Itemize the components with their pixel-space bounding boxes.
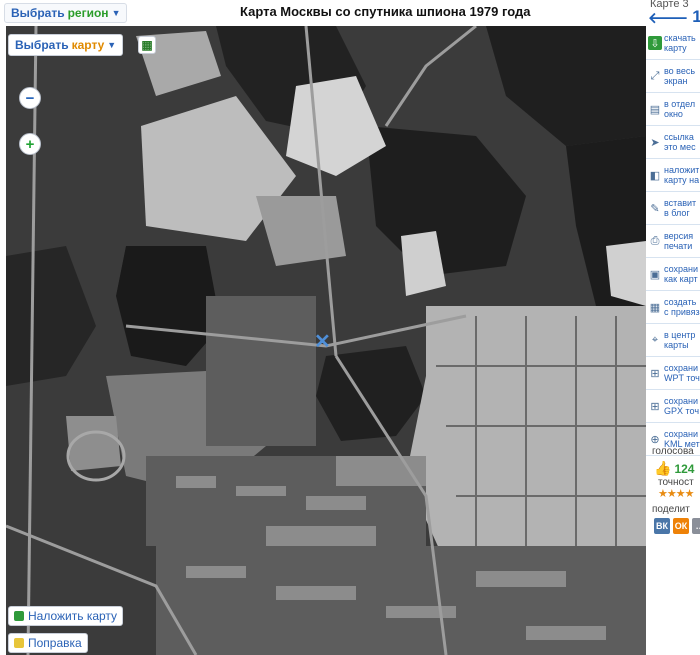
select-map-label: Выбрать xyxy=(15,38,69,52)
correction-button[interactable]: Поправка xyxy=(8,633,88,653)
tool-label: сохрани GPX точ xyxy=(664,396,700,416)
select-region-button[interactable]: Выбрать регион ▼ xyxy=(4,3,128,23)
tool-link[interactable]: ➤ ссылка это мес xyxy=(646,126,700,159)
tool-label: версия печати xyxy=(664,231,694,251)
save-map-icon: ▣ xyxy=(649,268,661,281)
tool-new-window[interactable]: ▤ в отдел окно xyxy=(646,93,700,126)
tool-gpx[interactable]: ⊞ сохрани GPX точ xyxy=(646,390,700,423)
center-icon: ⌖ xyxy=(651,333,659,346)
tool-label: в отдел окно xyxy=(664,99,696,119)
vk-share-button[interactable]: ВК xyxy=(654,518,670,534)
select-region-label: Выбрать xyxy=(11,6,65,20)
page-title: Карта Москвы со спутника шпиона 1979 год… xyxy=(240,4,531,19)
tool-fullscreen[interactable]: ⤢ во весь экран xyxy=(646,60,700,93)
tool-print[interactable]: ⎙ версия печати xyxy=(646,225,700,258)
arrow-left-icon[interactable]: 🡐 xyxy=(648,8,688,27)
share-label: поделит xyxy=(652,504,690,515)
link-icon: ➤ xyxy=(650,136,660,149)
select-region-accent: регион xyxy=(67,6,109,20)
tool-overlay[interactable]: ◧ наложит карту на xyxy=(646,159,700,192)
tool-label: скачать карту xyxy=(664,33,696,53)
share-buttons: ВК ОК … xyxy=(654,518,700,534)
tool-label: во весь экран xyxy=(664,66,696,86)
chevron-down-icon: ▼ xyxy=(107,40,117,50)
correction-icon xyxy=(14,638,24,648)
right-panel: Карте 3 🡐 1979 ⇩скачать карту⤢во весь эк… xyxy=(646,0,700,655)
votes-label: голосова xyxy=(652,446,694,457)
tool-label: в центр карты xyxy=(664,330,696,350)
tool-label: наложит карту на xyxy=(664,165,700,185)
votes-row[interactable]: 👍 124 xyxy=(654,460,694,477)
tool-wpt[interactable]: ⊞ сохрани WPT точ xyxy=(646,357,700,390)
tool-label: сохрани как карт xyxy=(664,264,699,284)
tool-label: вставит в блог xyxy=(664,198,697,218)
new-window-icon: ▤ xyxy=(649,103,661,116)
thumbs-up-icon[interactable]: 👍 xyxy=(654,460,671,477)
select-map-accent: карту xyxy=(71,38,105,52)
tool-label: создать с привяз xyxy=(664,297,700,317)
tool-label: ссылка это мес xyxy=(664,132,696,152)
satellite-map[interactable]: Выбрать карту ▼ ▦ − + ✕ Наложить карту П… xyxy=(6,26,646,655)
tool-blog[interactable]: ✎ вставит в блог xyxy=(646,192,700,225)
overlay-icon xyxy=(14,611,24,621)
kml-icon: ⊕ xyxy=(650,433,660,446)
grid-icon: ▦ xyxy=(649,301,661,314)
gpx-icon: ⊞ xyxy=(650,400,660,413)
overlay-icon: ◧ xyxy=(649,169,661,182)
tool-center[interactable]: ⌖ в центр карты xyxy=(646,324,700,357)
tool-label: сохрани WPT точ xyxy=(664,363,700,383)
wpt-icon: ⊞ xyxy=(650,367,660,380)
top-bar: Выбрать регион ▼ Карта Москвы со спутник… xyxy=(0,0,646,24)
rating-stars[interactable]: ★★★★ xyxy=(658,487,694,500)
overlay-map-button[interactable]: Наложить карту xyxy=(8,606,124,626)
overlay-map-label: Наложить карту xyxy=(28,609,118,623)
blog-icon: ✎ xyxy=(650,202,660,215)
tool-download[interactable]: ⇩ скачать карту xyxy=(646,27,700,60)
more-share-button[interactable]: … xyxy=(692,518,700,534)
year-selector[interactable]: 🡐 1979 xyxy=(648,7,700,27)
tool-grid[interactable]: ▦ создать с привяз xyxy=(646,291,700,324)
fullscreen-icon: ⤢ xyxy=(650,69,660,82)
votes-count: 124 xyxy=(674,461,695,476)
tools-list: ⇩ скачать карту ⤢ во весь экран ▤ в отдел окн… xyxy=(646,27,700,456)
year-value: 1979 xyxy=(692,7,700,26)
location-marker-icon[interactable]: ✕ xyxy=(314,332,331,352)
correction-label: Поправка xyxy=(28,636,82,650)
chevron-down-icon: ▼ xyxy=(111,8,121,18)
select-map-button[interactable]: Выбрать карту ▼ xyxy=(8,34,124,56)
download-icon: ⇩ xyxy=(648,36,662,50)
print-icon: ⎙ xyxy=(650,234,660,247)
zoom-in-button[interactable]: + xyxy=(19,133,41,155)
tool-save-map[interactable]: ▣ сохрани как карт xyxy=(646,258,700,291)
ok-share-button[interactable]: ОК xyxy=(673,518,689,534)
zoom-out-button[interactable]: − xyxy=(19,87,41,109)
layers-icon[interactable]: ▦ xyxy=(138,36,156,54)
